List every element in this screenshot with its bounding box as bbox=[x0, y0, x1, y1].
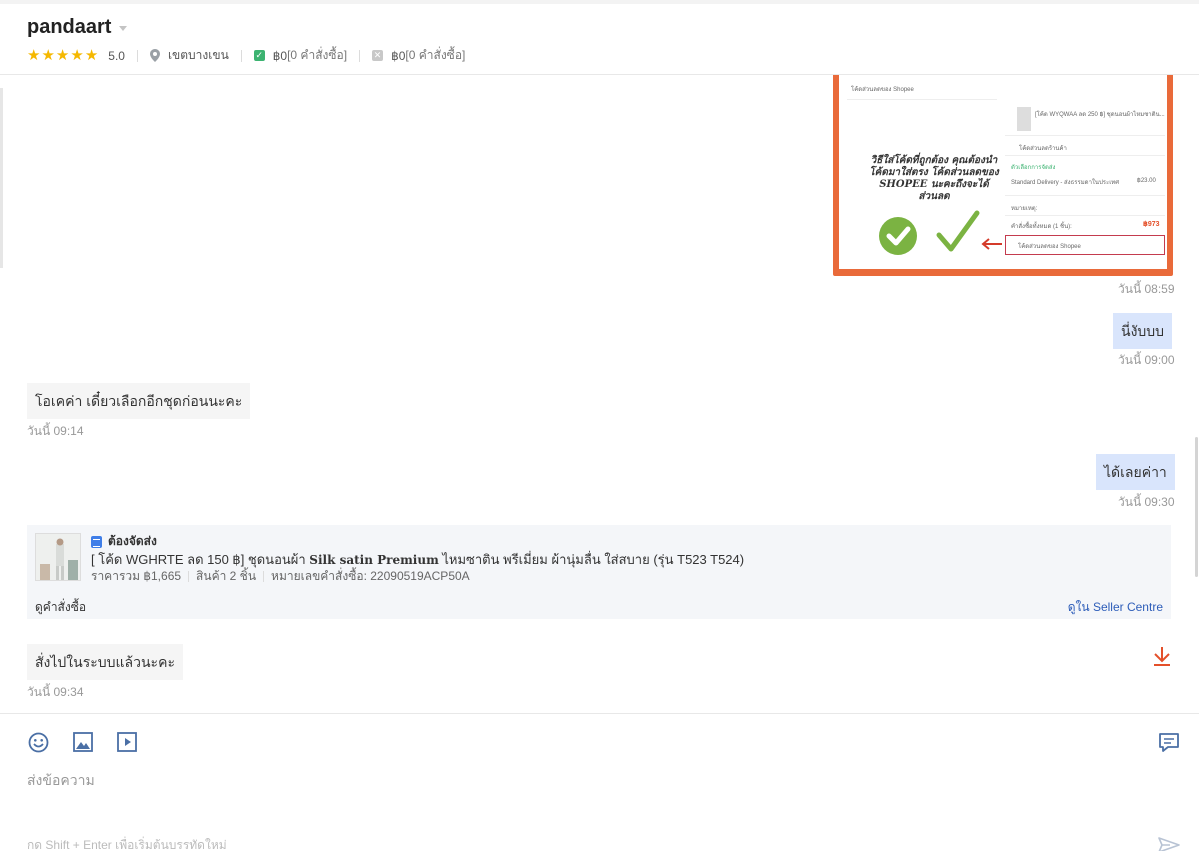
arrow-left-icon bbox=[981, 238, 1002, 250]
chat-header: pandaart ★ ★ ★ ★ ★ 5.0 เขตบางเขน ✓ ฿0 [0… bbox=[0, 4, 1199, 75]
image-delivery-price: ฿23.00 bbox=[1137, 178, 1156, 184]
checkmark-icon bbox=[936, 210, 980, 252]
image-upload-icon[interactable] bbox=[73, 732, 93, 752]
location-pin-icon bbox=[149, 49, 160, 62]
message-composer: กด Shift + Enter เพื่อเริ่มต้นบรรทัดใหม่ bbox=[0, 713, 1199, 851]
order-meta: ราคารวม ฿1,665 สินค้า 2 ชิ้น หมายเลขคำสั… bbox=[91, 567, 470, 586]
message-bubble-outgoing[interactable]: นี่งับบบ bbox=[1113, 313, 1173, 349]
image-delivery: Standard Delivery - ส่งธรรมดาในประเทศ bbox=[1011, 180, 1120, 186]
completed-count: [0 คำสั่งซื้อ] bbox=[287, 48, 348, 62]
chat-messages[interactable]: ฿973 โค้ดส่วนลดของ Shopee [โค้ด WYQWAA ล… bbox=[0, 75, 1199, 713]
cancelled-count: [0 คำสั่งซื้อ] bbox=[405, 48, 466, 62]
send-icon[interactable] bbox=[1158, 837, 1180, 851]
shop-name-row[interactable]: pandaart bbox=[27, 16, 128, 39]
message-bubble-incoming[interactable]: โอเคค่า เดี๋ยวเลือกอีกชุดก่อนนะคะ bbox=[27, 383, 251, 419]
shared-image-content: ฿973 โค้ดส่วนลดของ Shopee [โค้ด WYQWAA ล… bbox=[839, 75, 1167, 269]
check-box-icon: ✓ bbox=[253, 50, 265, 61]
star-icon: ★ bbox=[84, 46, 99, 64]
image-total-price: ฿973 bbox=[1143, 221, 1160, 228]
emoji-icon[interactable] bbox=[28, 732, 49, 753]
message-time: วันนี้ 09:14 bbox=[27, 424, 84, 438]
order-total: ราคารวม ฿1,665 bbox=[91, 569, 182, 583]
rating-value: 5.0 bbox=[108, 48, 125, 63]
star-icon: ★ bbox=[70, 46, 84, 64]
message-time: วันนี้ 09:30 bbox=[1118, 495, 1175, 509]
divider bbox=[136, 49, 138, 62]
image-divider bbox=[1005, 215, 1165, 216]
image-product-thumb bbox=[1017, 107, 1031, 131]
image-product-text: [โค้ด WYQWAA ลด 250 ฿] ชุดนอนผ้าไหมซาติน… bbox=[1035, 112, 1165, 118]
completed-amount: ฿0 bbox=[272, 48, 288, 63]
composer-hint: กด Shift + Enter เพื่อเริ่มต้นบรรทัดใหม่ bbox=[27, 838, 227, 851]
order-number: หมายเลขคำสั่งซื้อ: 22090519ACP50A bbox=[271, 569, 470, 583]
message-time: วันนี้ 09:00 bbox=[1118, 353, 1175, 367]
chevron-down-icon[interactable] bbox=[119, 26, 128, 31]
image-total-label: คำสั่งซื้อทั้งหมด (1 ชิ้น): bbox=[1011, 224, 1072, 230]
order-product-prefix: [ โค้ด WGHRTE ลด 150 ฿] ชุดนอนผ้า bbox=[91, 552, 310, 567]
quick-reply-icon[interactable] bbox=[1158, 732, 1180, 753]
document-icon bbox=[91, 535, 102, 548]
image-divider bbox=[1005, 135, 1165, 136]
divider bbox=[359, 49, 361, 62]
video-upload-icon[interactable] bbox=[117, 732, 137, 752]
order-card[interactable]: ต้องจัดส่ง [ โค้ด WGHRTE ลด 150 ฿] ชุดนอ… bbox=[27, 525, 1171, 619]
shop-location: เขตบางเขน bbox=[167, 48, 229, 62]
shop-meta: ★ ★ ★ ★ ★ 5.0 เขตบางเขน ✓ ฿0 [0 คำสั่งซื… bbox=[27, 46, 465, 65]
star-icon: ★ bbox=[41, 46, 55, 64]
image-note-label: หมายเหตุ: bbox=[1011, 206, 1038, 212]
divider bbox=[188, 571, 190, 582]
image-voucher-label: โค้ดส่วนลดของ Shopee bbox=[851, 87, 914, 93]
order-product-suffix: ไหมซาติน พรีเมี่ยม ผ้านุ่มลื่น ใส่สบาย (… bbox=[438, 552, 745, 567]
message-bubble-incoming[interactable]: สั่งไปในระบบแล้วนะคะ bbox=[27, 644, 183, 680]
message-input[interactable] bbox=[27, 770, 1127, 790]
star-icon: ★ bbox=[55, 46, 70, 64]
shared-image[interactable]: ฿973 โค้ดส่วนลดของ Shopee [โค้ด WYQWAA ล… bbox=[833, 75, 1173, 276]
image-shop-voucher: โค้ดส่วนลดร้านค้า bbox=[1019, 146, 1067, 152]
message-time: วันนี้ 08:59 bbox=[1118, 282, 1175, 296]
order-items: สินค้า 2 ชิ้น bbox=[196, 569, 257, 583]
star-icon: ★ bbox=[27, 46, 41, 64]
rating-stars: ★ ★ ★ ★ ★ bbox=[27, 46, 99, 64]
image-divider bbox=[1005, 195, 1165, 196]
image-divider bbox=[1005, 155, 1165, 156]
shop-name[interactable]: pandaart bbox=[27, 16, 111, 39]
cancelled-amount: ฿0 bbox=[391, 48, 406, 63]
image-divider bbox=[847, 99, 997, 100]
image-promo-text: วิธีใส่โค้ดที่ถูกต้อง คุณต้องนำโค้ดมาใส่… bbox=[869, 155, 999, 202]
image-shipping-option: ตัวเลือกการจัดส่ง bbox=[1011, 165, 1056, 171]
message-time: วันนี้ 09:34 bbox=[27, 685, 84, 699]
image-voucher-highlight: โค้ดส่วนลดของ Shopee bbox=[1005, 235, 1165, 255]
view-seller-centre-link[interactable]: ดูใน Seller Centre bbox=[1068, 598, 1163, 617]
order-product-bold: Silk satin Premium bbox=[309, 553, 439, 567]
divider bbox=[263, 571, 265, 582]
image-voucher-label-highlight: โค้ดส่วนลดของ Shopee bbox=[1018, 244, 1081, 250]
view-order-link[interactable]: ดูคำสั่งซื้อ bbox=[35, 598, 86, 617]
cancel-box-icon: ✕ bbox=[372, 50, 384, 61]
order-product-thumbnail[interactable] bbox=[35, 533, 81, 581]
check-circle-icon bbox=[879, 217, 917, 255]
scroll-to-bottom-icon[interactable] bbox=[1152, 645, 1172, 667]
message-bubble-outgoing[interactable]: ได้เลยค่าา bbox=[1096, 454, 1175, 490]
divider bbox=[240, 49, 242, 62]
chat-scrollbar[interactable] bbox=[1195, 437, 1198, 577]
